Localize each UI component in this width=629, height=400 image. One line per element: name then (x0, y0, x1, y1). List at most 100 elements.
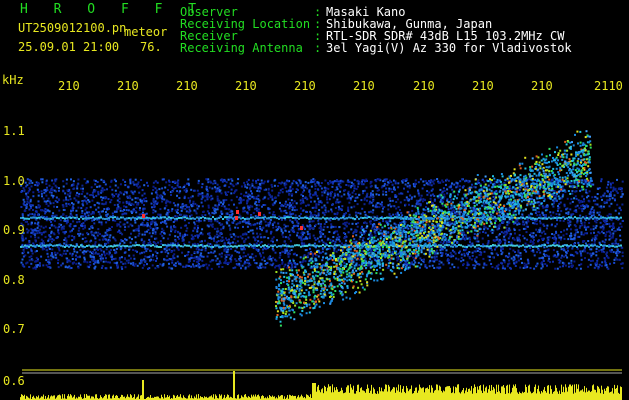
noise-pixel (192, 200, 195, 203)
noise-pixel (372, 200, 375, 203)
noise-pixel (302, 255, 305, 258)
noise-pixel (403, 187, 405, 190)
noise-pixel (281, 231, 284, 234)
noise-pixel (73, 248, 75, 251)
noise-pixel (246, 186, 249, 189)
noise-pixel (327, 187, 330, 190)
noise-pixel (286, 203, 289, 206)
noise-pixel (128, 236, 131, 239)
noise-pixel (376, 202, 379, 205)
noise-pixel (215, 208, 218, 211)
noise-pixel (127, 261, 130, 264)
noise-pixel (284, 203, 287, 205)
noise-pixel (364, 257, 367, 260)
noise-pixel (482, 243, 484, 246)
noise-pixel (53, 251, 56, 254)
noise-pixel (330, 223, 333, 226)
noise-pixel (104, 231, 107, 234)
noise-pixel (374, 225, 377, 228)
noise-pixel (101, 187, 104, 190)
noise-pixel (514, 232, 516, 235)
noise-pixel (547, 255, 550, 258)
noise-pixel (612, 186, 615, 189)
noise-pixel (369, 222, 372, 225)
noise-pixel (39, 205, 41, 208)
noise-pixel (278, 207, 281, 210)
noise-pixel (590, 232, 592, 235)
noise-pixel (327, 183, 330, 186)
noise-pixel (303, 231, 306, 234)
noise-pixel (386, 222, 389, 224)
noise-pixel (482, 231, 485, 233)
noise-pixel (200, 186, 203, 189)
noise-pixel (288, 250, 291, 253)
noise-pixel (207, 181, 210, 184)
noise-pixel (230, 188, 233, 191)
noise-pixel (419, 257, 422, 260)
noise-pixel (149, 243, 152, 246)
noise-pixel (575, 209, 578, 212)
noise-pixel (146, 248, 149, 251)
noise-pixel (345, 184, 348, 186)
noise-pixel (257, 179, 260, 181)
noise-pixel (219, 189, 222, 192)
noise-pixel (132, 203, 135, 206)
noise-pixel (71, 202, 73, 205)
noise-pixel (561, 254, 564, 257)
noise-pixel (100, 221, 103, 224)
noise-pixel (243, 194, 245, 197)
noise-pixel (335, 238, 338, 241)
noise-pixel (537, 249, 540, 251)
noise-pixel (606, 214, 609, 217)
noise-pixel (98, 221, 101, 224)
noise-pixel (422, 259, 425, 261)
noise-pixel (250, 214, 253, 217)
noise-pixel (131, 198, 134, 201)
noise-pixel (128, 254, 131, 257)
noise-pixel (293, 200, 296, 203)
noise-pixel (150, 235, 153, 238)
noise-pixel (101, 189, 104, 192)
noise-pixel (101, 199, 104, 202)
noise-pixel (245, 221, 248, 224)
noise-pixel (314, 210, 317, 213)
noise-pixel (238, 251, 241, 254)
noise-pixel (456, 182, 459, 185)
noise-pixel (143, 258, 146, 261)
noise-pixel (590, 208, 593, 210)
noise-pixel (253, 246, 256, 249)
noise-pixel (424, 199, 426, 202)
noise-pixel (31, 213, 34, 216)
noise-pixel (438, 194, 441, 197)
noise-pixel (604, 259, 607, 262)
noise-pixel (416, 200, 419, 203)
noise-pixel (38, 265, 41, 268)
noise-pixel (306, 230, 309, 233)
noise-pixel (572, 243, 575, 246)
noise-pixel (274, 258, 277, 261)
noise-pixel (44, 208, 47, 210)
noise-pixel (458, 251, 460, 254)
noise-pixel (301, 197, 304, 200)
noise-pixel (301, 191, 304, 194)
noise-pixel (28, 181, 31, 184)
noise-pixel (100, 259, 103, 262)
noise-pixel (522, 227, 525, 230)
noise-pixel (287, 180, 290, 183)
noise-pixel (173, 264, 176, 267)
noise-pixel (598, 213, 601, 216)
noise-pixel (22, 198, 25, 201)
noise-pixel (447, 208, 450, 211)
noise-pixel (508, 255, 511, 258)
noise-pixel (204, 214, 207, 217)
noise-pixel (579, 252, 582, 255)
noise-pixel (227, 219, 230, 222)
noise-pixel (41, 242, 44, 245)
noise-pixel (131, 238, 133, 241)
noise-pixel (90, 186, 93, 189)
noise-pixel (228, 253, 231, 256)
noise-pixel (58, 225, 61, 228)
noise-pixel (260, 222, 263, 225)
noise-pixel (246, 205, 249, 208)
noise-pixel (246, 225, 249, 228)
